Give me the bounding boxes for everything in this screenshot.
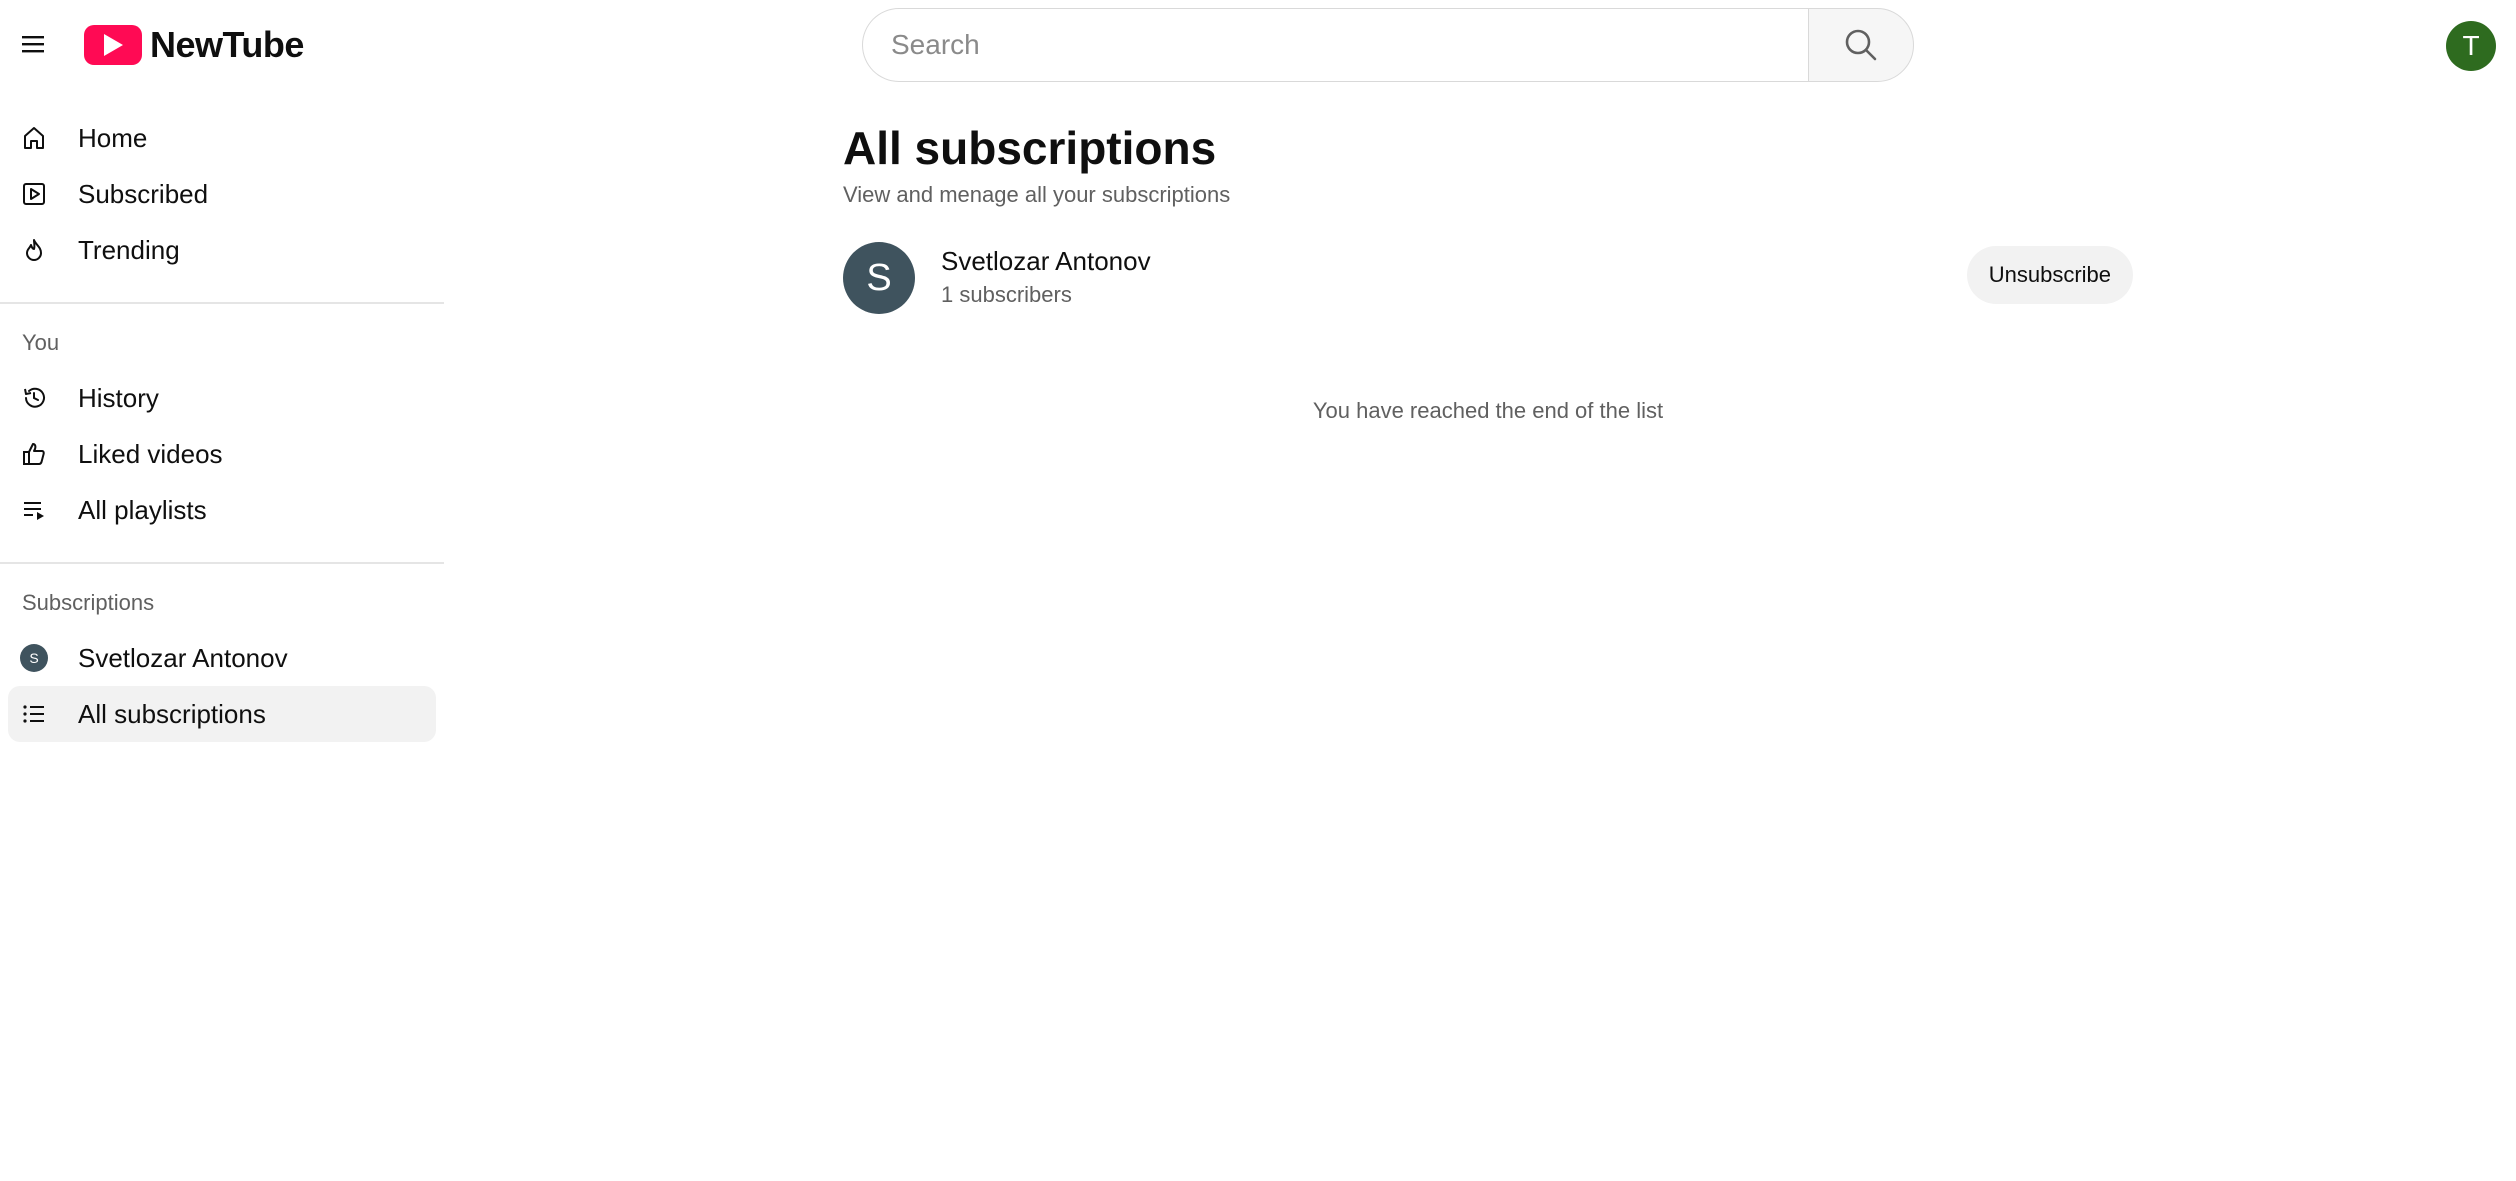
sidebar-item-trending[interactable]: Trending <box>8 222 436 278</box>
sidebar-item-history[interactable]: History <box>8 370 436 426</box>
search-icon <box>1845 29 1877 61</box>
sidebar-item-liked-videos[interactable]: Liked videos <box>8 426 436 482</box>
subscription-row: S Svetlozar Antonov 1 subscribers Unsubs… <box>843 242 2133 332</box>
page-subtitle: View and menage all your subscriptions <box>843 182 1231 207</box>
hamburger-icon <box>22 36 44 53</box>
sidebar-item-all-subscriptions[interactable]: All subscriptions <box>8 686 436 742</box>
user-avatar[interactable]: T <box>2446 21 2496 71</box>
sidebar-item-label: Liked videos <box>78 438 223 469</box>
sidebar-item-channel[interactable]: S Svetlozar Antonov <box>8 630 436 686</box>
thumbs-up-icon <box>20 440 48 468</box>
list-icon <box>20 700 48 728</box>
end-of-list-message: You have reached the end of the list <box>1312 398 1664 423</box>
home-icon <box>20 124 48 152</box>
channel-name[interactable]: Svetlozar Antonov <box>941 246 1151 277</box>
menu-button[interactable] <box>14 25 52 63</box>
sidebar-item-label: Home <box>78 122 148 153</box>
sidebar-item-label: Svetlozar Antonov <box>78 642 288 673</box>
section-title-subscriptions: Subscriptions <box>22 590 155 615</box>
unsubscribe-button[interactable]: Unsubscribe <box>1966 246 2133 304</box>
sidebar-item-label: All playlists <box>78 494 207 525</box>
play-logo-icon <box>84 25 142 65</box>
sidebar-item-label: Trending <box>78 234 180 265</box>
sidebar-item-label: All subscriptions <box>78 698 266 729</box>
logo-text: NewTube <box>150 24 304 65</box>
channel-avatar: S <box>20 644 48 672</box>
play-square-icon <box>20 180 48 208</box>
sidebar-item-home[interactable]: Home <box>8 110 436 166</box>
sidebar-item-label: Subscribed <box>78 178 209 209</box>
top-bar: NewTube T <box>0 0 2516 90</box>
page-title: All subscriptions <box>843 122 1217 174</box>
search-input[interactable] <box>862 8 1808 82</box>
sidebar-item-subscribed[interactable]: Subscribed <box>8 166 436 222</box>
channel-avatar[interactable]: S <box>843 242 915 314</box>
section-title-you: You <box>22 330 60 355</box>
main-content: All subscriptions View and menage all yo… <box>843 120 2133 424</box>
playlist-icon <box>20 496 48 524</box>
search-bar <box>862 8 1914 82</box>
sidebar-divider <box>0 562 444 564</box>
sidebar-item-all-playlists[interactable]: All playlists <box>8 482 436 538</box>
search-button[interactable] <box>1808 8 1914 82</box>
sidebar-item-label: History <box>78 382 159 413</box>
logo[interactable]: NewTube <box>84 22 304 68</box>
flame-icon <box>20 236 48 264</box>
history-icon <box>20 384 48 412</box>
sidebar-divider <box>0 302 444 304</box>
subscriber-count: 1 subscribers <box>941 282 1072 307</box>
sidebar: Home Subscribed Trending You History Lik… <box>0 110 444 742</box>
